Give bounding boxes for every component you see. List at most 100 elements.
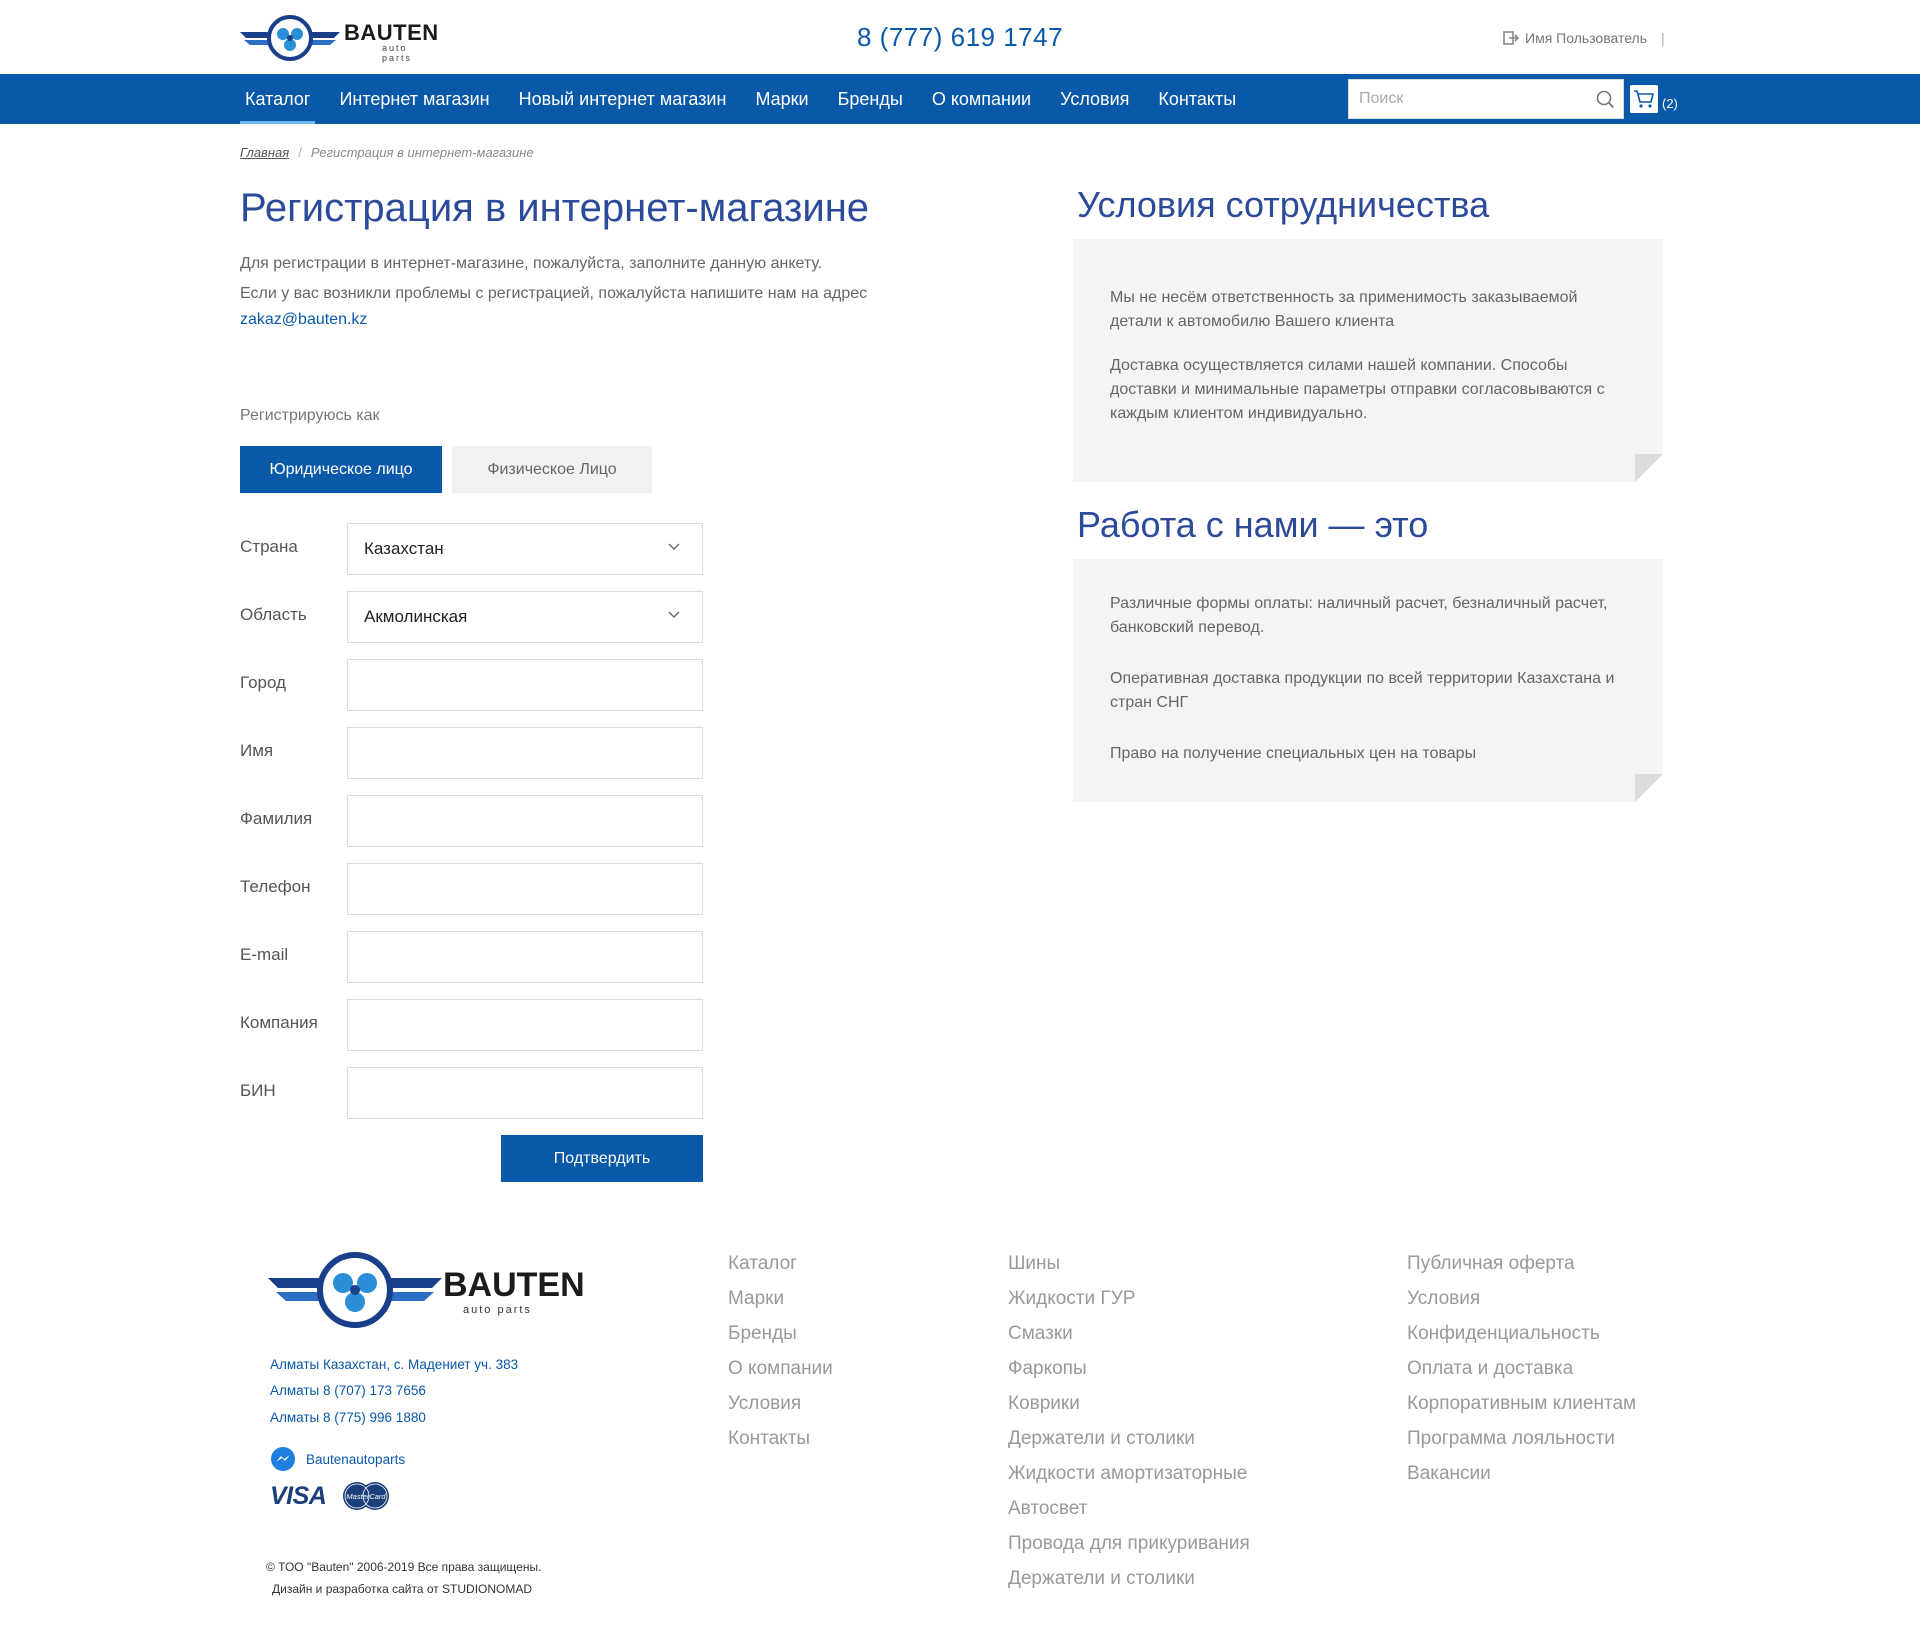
text-field[interactable] [347,931,703,983]
footer-column-products: Шины Жидкости ГУР Смазки Фаркопы Коврики Держ… [1008,1252,1250,1602]
header-phone[interactable]: 8 (777) 619 1747 [857,22,1063,53]
footer-link[interactable]: Программа лояльности [1407,1427,1636,1462]
nav-item-1[interactable]: Интернет магазин [334,74,494,124]
chevron-down-icon [668,611,680,618]
nav-item-2[interactable]: Новый интернет магазин [514,74,732,124]
form-row: Имя [240,727,703,779]
user-separator: | [1661,30,1665,46]
form-row: Страна Казахстан [240,523,703,575]
footer-link[interactable]: Публичная оферта [1407,1252,1636,1287]
search-box [1348,79,1624,119]
search-input[interactable] [1349,80,1589,118]
footer-link[interactable]: Марки [728,1287,833,1322]
field-value: Акмолинская [364,607,468,626]
login-icon [1503,31,1519,45]
field-label: Компания [240,1013,318,1032]
footer-link[interactable]: Каталог [728,1252,833,1287]
field-label: E-mail [240,945,289,964]
footer-link[interactable]: Держатели и столики [1008,1427,1250,1462]
register-as-label: Регистрируюсь как [240,407,380,424]
select-field[interactable]: Акмолинская [347,591,703,643]
text-field[interactable] [347,659,703,711]
footer-social-link[interactable]: Bautenautoparts [270,1446,405,1472]
field-label: Фамилия [240,809,313,828]
submit-button[interactable]: Подтвердить [501,1135,703,1182]
footer-link[interactable]: Контакты [728,1427,833,1462]
cart-button[interactable] [1630,85,1658,113]
folded-corner-icon [1635,774,1663,802]
footer-link[interactable]: Корпоративным клиентам [1407,1392,1636,1427]
text-field[interactable] [347,863,703,915]
form-row: Город [240,659,703,711]
tab-legal-entity[interactable]: Юридическое лицо [240,446,442,493]
field-label: Имя [240,741,274,760]
form-row: Фамилия [240,795,703,847]
footer-link[interactable]: Автосвет [1008,1497,1250,1532]
credits-text[interactable]: Дизайн и разработка сайта от STUDIONOMAD [272,1578,541,1600]
terms-note: Мы не несём ответственность за применимо… [1073,239,1663,482]
footer-logo[interactable]: BAUTEN auto parts [268,1252,585,1332]
footer-link[interactable]: Условия [728,1392,833,1427]
nav-item-4[interactable]: Бренды [833,74,908,124]
breadcrumb-current: Регистрация в интернет-магазине [310,145,534,160]
footer-link[interactable]: Фаркопы [1008,1357,1250,1392]
footer-link[interactable]: О компании [728,1357,833,1392]
social-label[interactable]: Bautenautoparts [306,1452,405,1467]
field-label: Страна [240,537,298,556]
messenger-icon [271,1447,295,1471]
cart-count[interactable]: (2) [1662,96,1678,111]
nav-item-6[interactable]: Условия [1055,74,1134,124]
footer-link[interactable]: Провода для прикуривания [1008,1532,1250,1567]
intro-line-2: Если у вас возникли проблемы с регистрац… [240,285,868,302]
footer-link[interactable]: Условия [1407,1287,1636,1322]
breadcrumb-separator: / [298,145,302,160]
folded-corner-icon [1635,454,1663,482]
logo[interactable]: BAUTEN auto parts [240,14,438,63]
nav-item-5[interactable]: О компании [927,74,1036,124]
work-paragraph-3: Право на получение специальных цен на то… [1110,745,1477,762]
form-row: Область Акмолинская [240,591,703,643]
footer-logo-brand: BAUTEN [443,1266,585,1304]
footer-link[interactable]: Конфиденциальность [1407,1322,1636,1357]
footer-phone-1[interactable]: Алматы 8 (707) 173 7656 [270,1383,426,1398]
breadcrumb: Главная / Регистрация в интернет-магазине [240,145,534,160]
terms-title: Условия сотрудничества [1077,184,1490,225]
search-icon[interactable] [1595,89,1615,109]
user-name[interactable]: Имя Пользователь [1525,30,1647,46]
main-nav: Каталог Интернет магазин Новый интернет ма… [0,74,1920,124]
site-header: BAUTEN auto parts 8 (777) 619 1747 Имя П… [0,0,1920,74]
footer-link[interactable]: Вакансии [1407,1462,1636,1497]
intro-line-1: Для регистрации в интернет-магазине, пож… [240,255,823,272]
user-menu[interactable]: Имя Пользователь | [1503,30,1665,46]
text-field[interactable] [347,795,703,847]
nav-item-3[interactable]: Марки [750,74,813,124]
text-field[interactable] [347,1067,703,1119]
footer-link[interactable]: Шины [1008,1252,1250,1287]
terms-paragraph-1: Мы не несём ответственность за применимо… [1110,289,1578,330]
footer-link[interactable]: Смазки [1008,1322,1250,1357]
footer-link[interactable]: Жидкости амортизаторные [1008,1462,1250,1497]
text-field[interactable] [347,727,703,779]
logo-emblem-icon [240,15,340,61]
tab-individual[interactable]: Физическое Лицо [452,446,652,493]
work-paragraph-1: Различные формы оплаты: наличный расчет,… [1110,595,1608,636]
field-label: Область [240,605,307,624]
work-note: Различные формы оплаты: наличный расчет,… [1073,559,1663,802]
form-row: Компания [240,999,703,1051]
footer-link[interactable]: Оплата и доставка [1407,1357,1636,1392]
footer-phone-2[interactable]: Алматы 8 (775) 996 1880 [270,1410,426,1425]
nav-item-0[interactable]: Каталог [240,74,316,124]
footer-copyright: © ТОО "Bauten" 2006-2019 Все права защищ… [266,1556,541,1600]
contact-email-link[interactable]: zakaz@bauten.kz [240,311,367,329]
text-field[interactable] [347,999,703,1051]
field-label: Город [240,673,286,692]
footer-link[interactable]: Бренды [728,1322,833,1357]
chevron-down-icon [668,543,680,550]
footer-link[interactable]: Коврики [1008,1392,1250,1427]
visa-logo: VISA [270,1481,327,1510]
nav-item-7[interactable]: Контакты [1153,74,1241,124]
footer-link[interactable]: Жидкости ГУР [1008,1287,1250,1322]
select-field[interactable]: Казахстан [347,523,703,575]
breadcrumb-home[interactable]: Главная [240,145,289,160]
footer-link[interactable]: Держатели и столики [1008,1567,1250,1602]
